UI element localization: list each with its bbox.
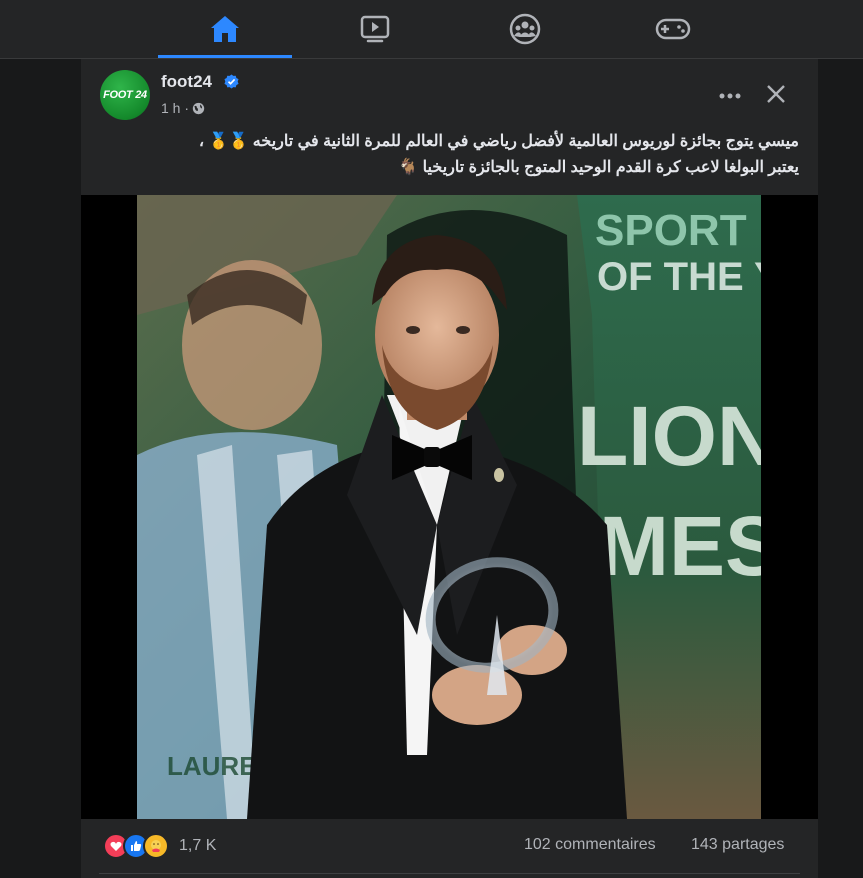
name-banner-line-1: LIONE xyxy=(577,389,761,483)
post-meta: 1 h · xyxy=(161,100,205,116)
post-footer: 1,7 K 102 commentaires 143 partages xyxy=(81,819,818,878)
reactions-summary[interactable]: 1,7 K xyxy=(103,833,217,859)
tab-groups[interactable] xyxy=(458,0,592,58)
more-dots-icon xyxy=(719,93,741,99)
globe-icon xyxy=(192,102,205,114)
care-reaction-icon xyxy=(143,833,169,859)
groups-icon xyxy=(509,13,541,45)
shares-count-link[interactable]: 143 partages xyxy=(691,836,784,854)
page-avatar[interactable]: FOOT 24 xyxy=(100,70,150,120)
avatar-logo-text: FOOT 24 xyxy=(103,89,147,101)
reaction-count: 1,7 K xyxy=(179,837,217,854)
post-photo[interactable]: SPORT OF THE Y LIONE MESS LAUREUS xyxy=(137,195,761,819)
name-banner-line-2: MESS xyxy=(599,499,761,593)
footer-divider xyxy=(99,873,800,874)
close-icon xyxy=(767,85,785,103)
caption-line-2: يعتبر البولغا لاعب كرة القدم الوحيد المت… xyxy=(398,159,799,176)
post-caption: ميسي يتوج بجائزة لوريوس العالمية لأفضل ر… xyxy=(99,129,799,181)
sportsman-banner-line-1: SPORT xyxy=(595,206,747,255)
tab-home[interactable] xyxy=(158,0,292,58)
caption-line-1: ميسي يتوج بجائزة لوريوس العالمية لأفضل ر… xyxy=(198,133,799,150)
more-options-button[interactable] xyxy=(715,81,745,111)
comments-count-link[interactable]: 102 commentaires xyxy=(524,836,656,854)
verified-badge-icon xyxy=(224,74,239,89)
post-header: FOOT 24 foot24 1 h · xyxy=(81,59,818,131)
tab-gaming[interactable] xyxy=(606,0,740,58)
close-post-button[interactable] xyxy=(761,79,791,109)
page-name[interactable]: foot24 xyxy=(161,72,212,92)
top-navigation xyxy=(0,0,863,59)
gaming-controller-icon xyxy=(655,18,691,40)
award-photo-illustration: SPORT OF THE Y LIONE MESS LAUREUS xyxy=(137,195,761,819)
home-icon xyxy=(211,16,239,42)
post-time[interactable]: 1 h · xyxy=(161,100,189,116)
tab-watch[interactable] xyxy=(308,0,442,58)
post-card: FOOT 24 foot24 1 h · ميسي يتوج بجائزة لو… xyxy=(81,59,818,878)
sportsman-banner-line-2: OF THE Y xyxy=(597,255,761,299)
watch-video-icon xyxy=(360,15,390,43)
post-media[interactable]: SPORT OF THE Y LIONE MESS LAUREUS xyxy=(81,195,818,819)
